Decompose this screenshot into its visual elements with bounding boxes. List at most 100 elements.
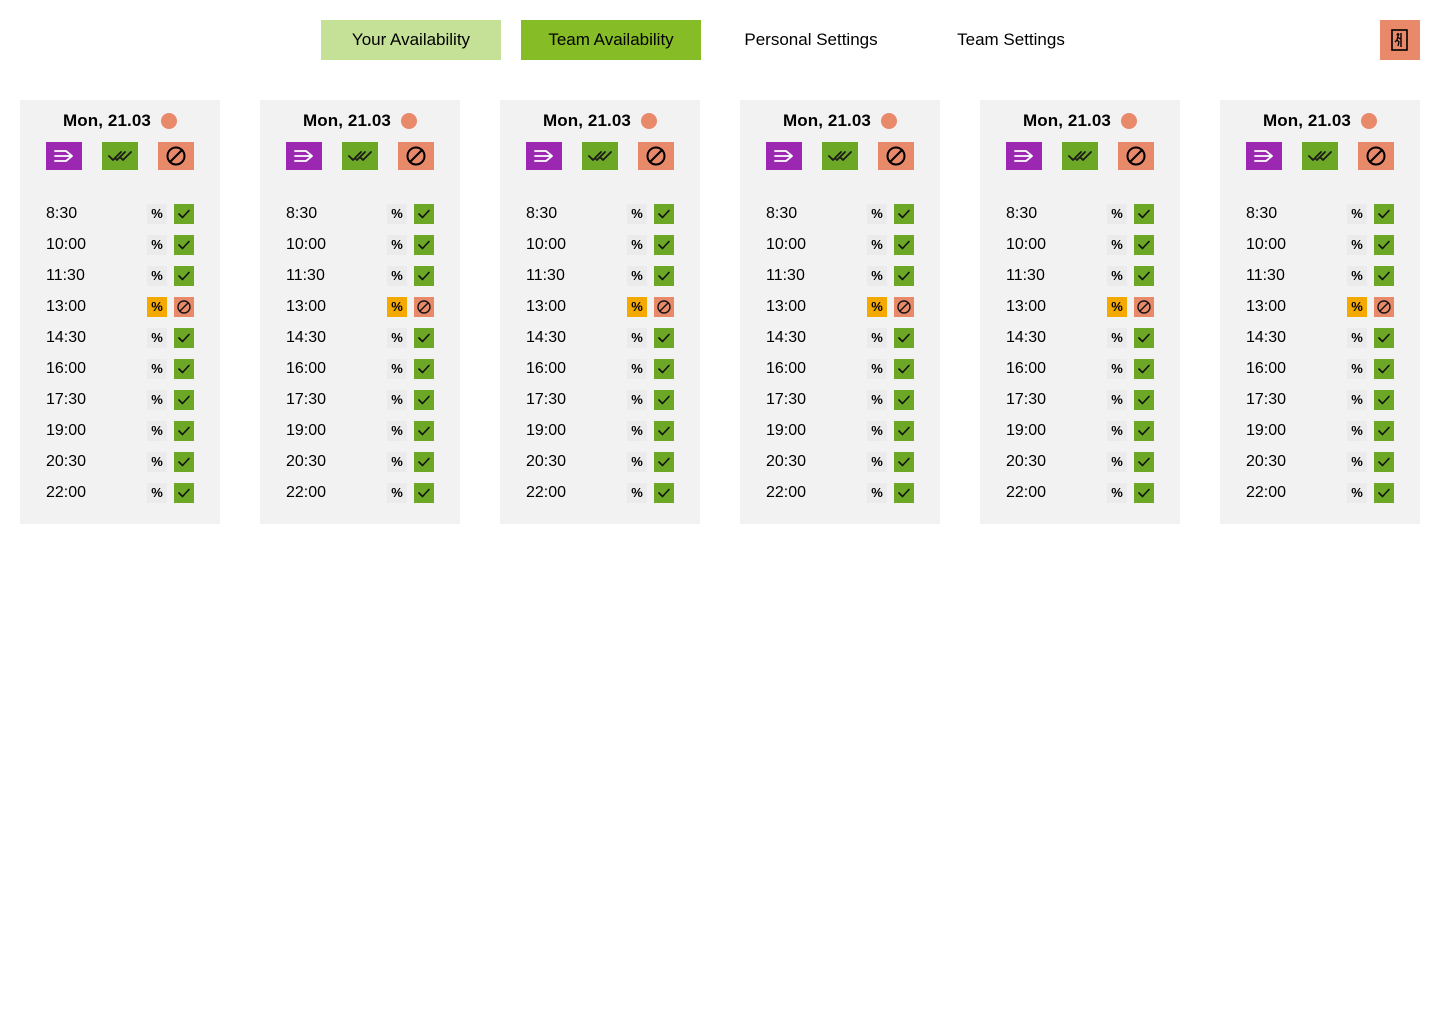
slot-status-button[interactable]	[654, 296, 674, 317]
percent-button[interactable]: %	[627, 265, 647, 286]
slot-status-button[interactable]	[654, 358, 674, 379]
slot-status-button[interactable]	[1374, 358, 1394, 379]
percent-button[interactable]: %	[867, 389, 887, 410]
percent-button[interactable]: %	[1347, 389, 1367, 410]
percent-button[interactable]: %	[1107, 451, 1127, 472]
assign-all-button[interactable]	[46, 142, 82, 170]
percent-button[interactable]: %	[1347, 482, 1367, 503]
slot-status-button[interactable]	[894, 420, 914, 441]
slot-status-button[interactable]	[1134, 420, 1154, 441]
confirm-all-button[interactable]	[1062, 142, 1098, 170]
percent-button[interactable]: %	[387, 234, 407, 255]
slot-status-button[interactable]	[654, 203, 674, 224]
block-all-button[interactable]	[398, 142, 434, 170]
percent-button[interactable]: %	[387, 420, 407, 441]
percent-button[interactable]: %	[387, 358, 407, 379]
slot-status-button[interactable]	[1134, 327, 1154, 348]
percent-button[interactable]: %	[627, 327, 647, 348]
slot-status-button[interactable]	[414, 296, 434, 317]
slot-status-button[interactable]	[1134, 482, 1154, 503]
percent-button[interactable]: %	[867, 296, 887, 317]
percent-button[interactable]: %	[867, 327, 887, 348]
confirm-all-button[interactable]	[102, 142, 138, 170]
slot-status-button[interactable]	[894, 203, 914, 224]
slot-status-button[interactable]	[1134, 358, 1154, 379]
slot-status-button[interactable]	[414, 203, 434, 224]
block-all-button[interactable]	[878, 142, 914, 170]
slot-status-button[interactable]	[414, 265, 434, 286]
slot-status-button[interactable]	[414, 451, 434, 472]
percent-button[interactable]: %	[1347, 296, 1367, 317]
percent-button[interactable]: %	[627, 203, 647, 224]
slot-status-button[interactable]	[174, 482, 194, 503]
percent-button[interactable]: %	[387, 203, 407, 224]
block-all-button[interactable]	[1358, 142, 1394, 170]
logout-button[interactable]	[1380, 20, 1420, 60]
slot-status-button[interactable]	[1374, 203, 1394, 224]
confirm-all-button[interactable]	[582, 142, 618, 170]
slot-status-button[interactable]	[654, 420, 674, 441]
slot-status-button[interactable]	[414, 389, 434, 410]
tab-team-availability[interactable]: Team Availability	[521, 20, 701, 60]
percent-button[interactable]: %	[1347, 358, 1367, 379]
confirm-all-button[interactable]	[822, 142, 858, 170]
slot-status-button[interactable]	[894, 234, 914, 255]
slot-status-button[interactable]	[174, 203, 194, 224]
percent-button[interactable]: %	[867, 420, 887, 441]
slot-status-button[interactable]	[414, 420, 434, 441]
percent-button[interactable]: %	[147, 296, 167, 317]
slot-status-button[interactable]	[1134, 296, 1154, 317]
percent-button[interactable]: %	[1107, 327, 1127, 348]
assign-all-button[interactable]	[1006, 142, 1042, 170]
slot-status-button[interactable]	[894, 389, 914, 410]
percent-button[interactable]: %	[147, 234, 167, 255]
slot-status-button[interactable]	[1134, 265, 1154, 286]
slot-status-button[interactable]	[174, 265, 194, 286]
tab-personal-settings[interactable]: Personal Settings	[721, 20, 901, 60]
block-all-button[interactable]	[1118, 142, 1154, 170]
slot-status-button[interactable]	[174, 327, 194, 348]
percent-button[interactable]: %	[1107, 203, 1127, 224]
slot-status-button[interactable]	[1374, 234, 1394, 255]
slot-status-button[interactable]	[174, 420, 194, 441]
percent-button[interactable]: %	[1347, 327, 1367, 348]
slot-status-button[interactable]	[1374, 451, 1394, 472]
slot-status-button[interactable]	[1374, 389, 1394, 410]
percent-button[interactable]: %	[867, 234, 887, 255]
slot-status-button[interactable]	[414, 327, 434, 348]
slot-status-button[interactable]	[1374, 265, 1394, 286]
percent-button[interactable]: %	[147, 451, 167, 472]
percent-button[interactable]: %	[1107, 234, 1127, 255]
slot-status-button[interactable]	[654, 234, 674, 255]
percent-button[interactable]: %	[1107, 389, 1127, 410]
percent-button[interactable]: %	[387, 389, 407, 410]
percent-button[interactable]: %	[867, 482, 887, 503]
slot-status-button[interactable]	[894, 327, 914, 348]
slot-status-button[interactable]	[414, 358, 434, 379]
slot-status-button[interactable]	[1374, 327, 1394, 348]
percent-button[interactable]: %	[867, 203, 887, 224]
percent-button[interactable]: %	[1107, 265, 1127, 286]
slot-status-button[interactable]	[174, 451, 194, 472]
percent-button[interactable]: %	[627, 296, 647, 317]
slot-status-button[interactable]	[174, 358, 194, 379]
slot-status-button[interactable]	[654, 389, 674, 410]
percent-button[interactable]: %	[1107, 482, 1127, 503]
tab-team-settings[interactable]: Team Settings	[921, 20, 1101, 60]
percent-button[interactable]: %	[1347, 265, 1367, 286]
assign-all-button[interactable]	[286, 142, 322, 170]
confirm-all-button[interactable]	[1302, 142, 1338, 170]
slot-status-button[interactable]	[1374, 482, 1394, 503]
percent-button[interactable]: %	[1347, 203, 1367, 224]
percent-button[interactable]: %	[147, 327, 167, 348]
percent-button[interactable]: %	[147, 389, 167, 410]
assign-all-button[interactable]	[1246, 142, 1282, 170]
percent-button[interactable]: %	[147, 265, 167, 286]
percent-button[interactable]: %	[627, 389, 647, 410]
slot-status-button[interactable]	[1374, 296, 1394, 317]
percent-button[interactable]: %	[627, 358, 647, 379]
percent-button[interactable]: %	[387, 451, 407, 472]
slot-status-button[interactable]	[654, 265, 674, 286]
slot-status-button[interactable]	[1374, 420, 1394, 441]
slot-status-button[interactable]	[894, 265, 914, 286]
